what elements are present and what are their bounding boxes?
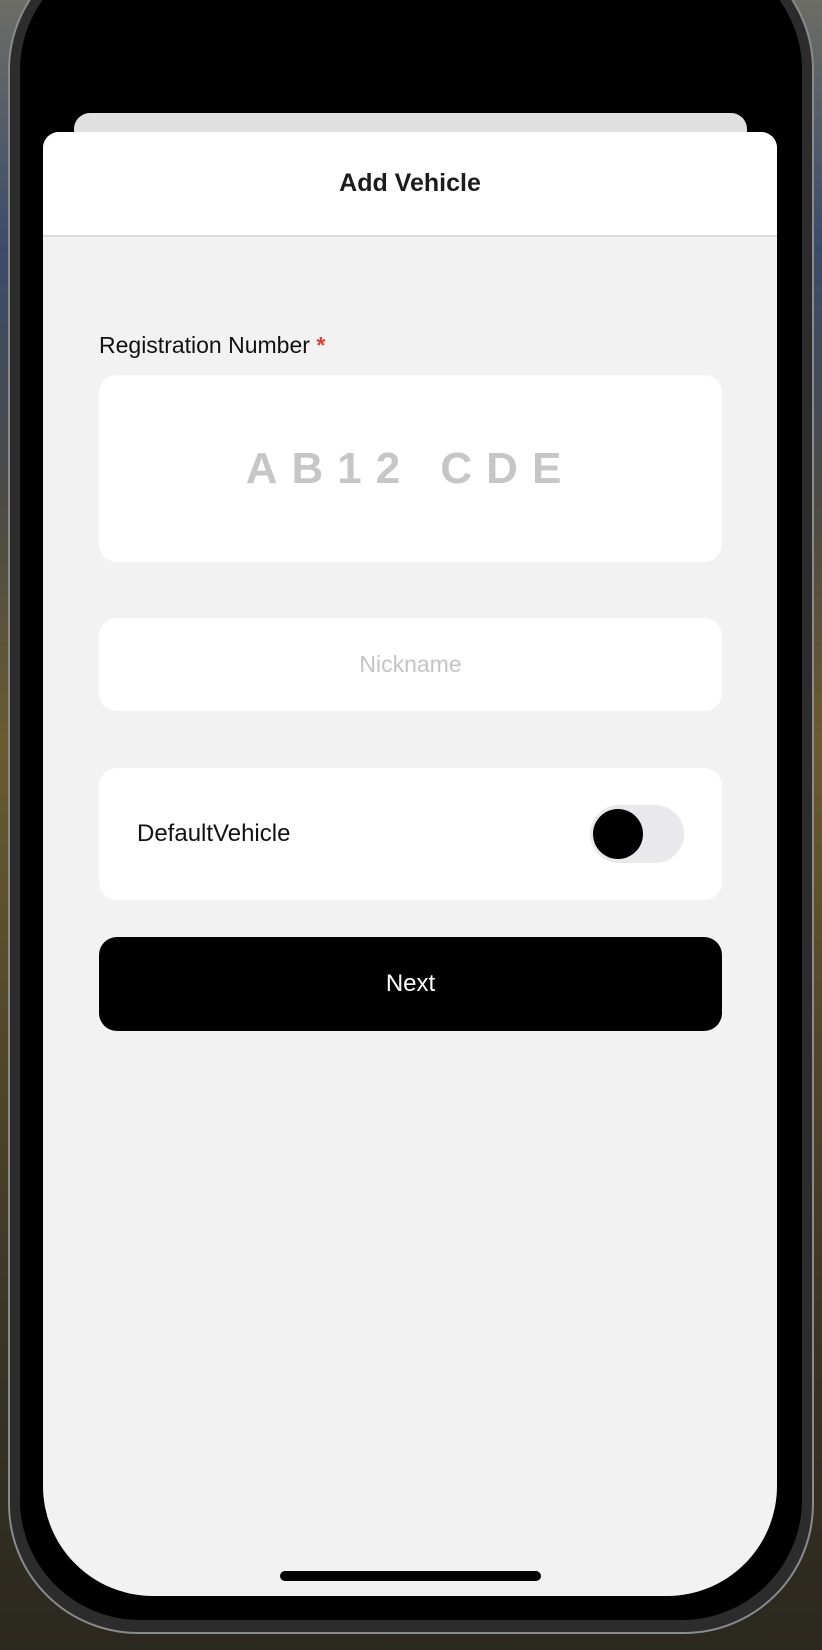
sheet-header: Add Vehicle <box>43 132 777 237</box>
nickname-field <box>99 618 722 711</box>
next-button[interactable]: Next <box>99 937 722 1031</box>
nickname-input[interactable] <box>99 651 722 678</box>
default-vehicle-label: DefaultVehicle <box>137 820 291 847</box>
default-vehicle-toggle[interactable] <box>590 805 684 863</box>
registration-label-text: Registration Number <box>99 332 310 358</box>
home-indicator[interactable] <box>280 1571 541 1581</box>
page-title: Add Vehicle <box>339 169 481 197</box>
toggle-knob <box>593 809 643 859</box>
default-vehicle-row: DefaultVehicle <box>99 768 722 900</box>
registration-label: Registration Number * <box>99 332 325 359</box>
add-vehicle-sheet: Add Vehicle Registration Number * Defaul… <box>43 132 777 1596</box>
registration-field <box>99 375 722 562</box>
registration-input[interactable] <box>99 443 722 494</box>
required-marker: * <box>316 332 326 358</box>
